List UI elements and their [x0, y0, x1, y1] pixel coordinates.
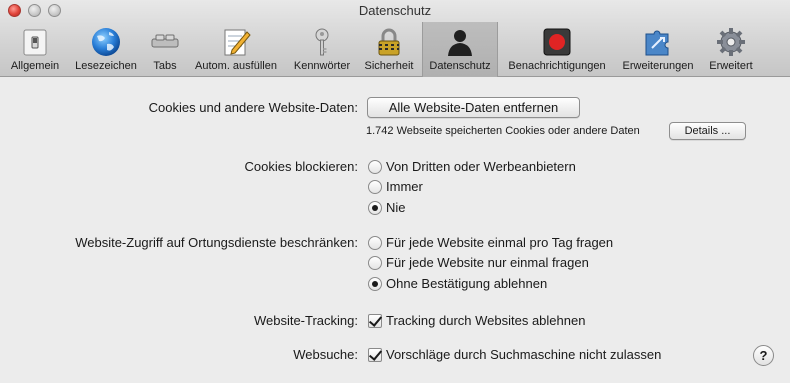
gear-icon [717, 28, 745, 56]
tab-label: Sicherheit [364, 60, 414, 72]
radio-button[interactable] [368, 159, 382, 174]
switch-icon [23, 29, 47, 56]
radio-button[interactable] [368, 235, 382, 250]
checkbox-label: Vorschläge durch Suchmaschine nicht zula… [386, 347, 662, 362]
tab-lesezeichen[interactable]: Lesezeichen [68, 22, 144, 77]
tab-label: Lesezeichen [75, 60, 137, 72]
location-ask-daily-radio[interactable]: Für jede Website einmal pro Tag fragen [368, 234, 613, 251]
tab-erweitert[interactable]: Erweitert [702, 22, 760, 77]
cookies-info-text: 1.742 Webseite speicherten Cookies oder … [366, 125, 640, 137]
silhouette-icon [448, 30, 472, 56]
puzzle-icon [645, 30, 669, 56]
details-button[interactable]: Details ... [669, 122, 746, 140]
window-title: Datenschutz [358, 3, 432, 18]
pencil-notepad-icon [224, 29, 251, 56]
search-suggestions-checkbox[interactable] [368, 347, 382, 362]
cookies-label: Cookies und andere Website-Daten: [148, 100, 358, 115]
location-deny-radio[interactable]: Ohne Bestätigung ablehnen [368, 275, 547, 292]
tracking-checkbox-row[interactable]: Tracking durch Websites ablehnen [368, 312, 585, 329]
web-search-label: Websuche: [293, 347, 358, 362]
tab-erweiterungen[interactable]: Erweiterungen [616, 22, 700, 77]
tab-label: Allgemein [10, 60, 60, 72]
padlock-icon [378, 28, 400, 56]
tab-kennwoerter[interactable]: Kennwörter [288, 22, 356, 77]
key-icon [315, 28, 329, 56]
block-cookies-always-radio[interactable]: Immer [368, 178, 423, 195]
radio-label: Von Dritten oder Werbeanbietern [386, 159, 576, 174]
radio-button-selected[interactable] [368, 276, 382, 291]
help-button[interactable]: ? [753, 345, 774, 366]
radio-label: Für jede Website nur einmal fragen [386, 255, 589, 270]
remove-all-website-data-button[interactable]: Alle Website-Daten entfernen [367, 97, 580, 118]
tab-label: Kennwörter [293, 60, 351, 72]
tab-label: Autom. ausfüllen [195, 60, 277, 72]
globe-icon [92, 28, 120, 56]
radio-button[interactable] [368, 179, 382, 194]
search-suggestions-checkbox-row[interactable]: Vorschläge durch Suchmaschine nicht zula… [368, 346, 661, 363]
tab-label: Benachrichtigungen [508, 60, 606, 72]
tab-label: Erweitert [709, 60, 753, 72]
tab-datenschutz[interactable]: Datenschutz [422, 22, 498, 77]
block-cookies-label: Cookies blockieren: [244, 159, 358, 174]
radio-label: Für jede Website einmal pro Tag fragen [386, 235, 614, 250]
toolbar: Datenschutz Allgemein Lesezeichen Tabs A… [0, 0, 790, 77]
location-access-label: Website-Zugriff auf Ortungsdienste besch… [75, 235, 358, 250]
tabs-icon [151, 34, 179, 48]
website-tracking-label: Website-Tracking: [253, 313, 358, 328]
radio-button-selected[interactable] [368, 200, 382, 215]
block-cookies-third-party-radio[interactable]: Von Dritten oder Werbeanbietern [368, 158, 576, 175]
tracking-checkbox[interactable] [368, 313, 382, 328]
tab-benachrichtigungen[interactable]: Benachrichtigungen [500, 22, 614, 77]
tab-label: Erweiterungen [622, 60, 694, 72]
radio-button[interactable] [368, 255, 382, 270]
tab-label: Datenschutz [429, 60, 491, 72]
tab-autom-ausfuellen[interactable]: Autom. ausfüllen [186, 22, 286, 77]
location-ask-once-radio[interactable]: Für jede Website nur einmal fragen [368, 254, 589, 271]
radio-label: Ohne Bestätigung ablehnen [386, 276, 548, 291]
tab-label: Tabs [153, 60, 177, 72]
radio-label: Nie [386, 200, 406, 215]
block-cookies-never-radio[interactable]: Nie [368, 199, 406, 216]
checkbox-label: Tracking durch Websites ablehnen [386, 313, 586, 328]
tab-allgemein[interactable]: Allgemein [4, 22, 66, 77]
radio-label: Immer [386, 179, 423, 194]
tab-sicherheit[interactable]: Sicherheit [358, 22, 420, 77]
preferences-window: Datenschutz Allgemein Lesezeichen Tabs A… [0, 0, 790, 383]
notification-icon [543, 28, 571, 56]
tab-tabs[interactable]: Tabs [146, 22, 184, 77]
